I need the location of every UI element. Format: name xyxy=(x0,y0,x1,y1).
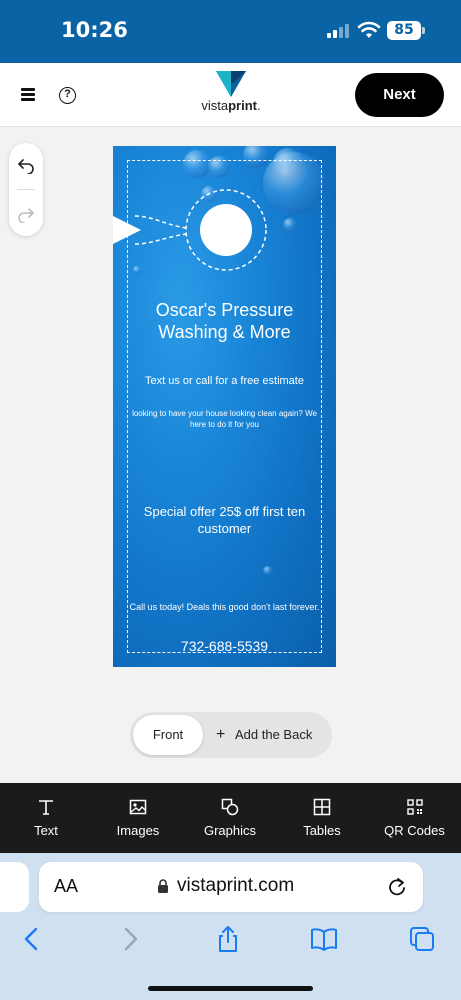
reader-settings-button[interactable]: AA xyxy=(54,876,78,897)
plus-icon: + xyxy=(216,726,226,743)
side-toggle: Front + Add the Back xyxy=(130,712,332,758)
image-icon xyxy=(129,799,147,815)
door-hanger-design[interactable]: Oscar's Pressure Washing & More Text us … xyxy=(113,146,336,667)
share-icon[interactable] xyxy=(214,925,242,953)
front-side-button[interactable]: Front xyxy=(133,715,203,755)
reload-icon[interactable] xyxy=(387,877,407,897)
forward-icon[interactable] xyxy=(116,925,144,953)
logo-text: vistaprint. xyxy=(201,98,261,113)
address-bar[interactable]: AA vistaprint.com xyxy=(39,862,423,912)
redo-icon[interactable] xyxy=(17,205,35,223)
lock-icon xyxy=(158,879,168,893)
table-icon xyxy=(313,798,331,816)
menu-icon[interactable] xyxy=(21,88,35,101)
undo-icon[interactable] xyxy=(17,156,35,174)
text-icon xyxy=(39,800,53,815)
qr-code-icon xyxy=(406,799,423,815)
tool-label: Images xyxy=(116,823,160,838)
shapes-icon xyxy=(221,798,239,816)
tool-label: QR Codes xyxy=(384,823,445,838)
design-offer[interactable]: Special offer 25$ off first ten customer xyxy=(127,503,322,537)
wifi-icon xyxy=(357,21,381,38)
design-toolbar: Text Images Graphics Tables QR Codes xyxy=(0,783,461,853)
tool-label: Graphics xyxy=(203,823,257,838)
logo-mark-icon xyxy=(216,71,246,97)
battery-tip xyxy=(422,27,425,34)
status-bar: 10:26 85 xyxy=(0,0,461,63)
battery-indicator: 85 xyxy=(387,21,421,40)
divider xyxy=(17,189,35,190)
design-phone[interactable]: 732-688-5539 xyxy=(127,638,322,654)
design-title[interactable]: Oscar's Pressure Washing & More xyxy=(127,299,322,343)
cellular-signal-icon xyxy=(327,24,351,38)
tool-graphics[interactable]: Graphics xyxy=(184,783,276,853)
browser-chrome: AA vistaprint.com xyxy=(0,853,461,1000)
tool-qr-codes[interactable]: QR Codes xyxy=(368,783,461,853)
design-subtitle[interactable]: Text us or call for a free estimate xyxy=(127,375,322,387)
status-time: 10:26 xyxy=(61,18,128,42)
add-back-button[interactable]: + Add the Back xyxy=(216,715,328,755)
add-back-label: Add the Back xyxy=(235,727,313,742)
help-icon[interactable]: ? xyxy=(59,87,76,104)
vistaprint-logo[interactable]: vistaprint. xyxy=(199,71,263,115)
tool-tables[interactable]: Tables xyxy=(276,783,368,853)
tool-label: Text xyxy=(34,823,58,838)
next-button[interactable]: Next xyxy=(355,73,444,117)
design-small-text[interactable]: looking to have your house looking clean… xyxy=(127,408,322,430)
home-indicator xyxy=(148,986,313,991)
design-canvas-area: Oscar's Pressure Washing & More Text us … xyxy=(0,128,461,783)
safe-area-border xyxy=(127,160,322,653)
back-icon[interactable] xyxy=(18,925,46,953)
bookmarks-icon[interactable] xyxy=(310,925,338,953)
tool-images[interactable]: Images xyxy=(92,783,184,853)
tool-label: Tables xyxy=(303,823,341,838)
design-call-text[interactable]: Call us today! Deals this good don't las… xyxy=(127,601,322,613)
undo-redo-panel xyxy=(9,143,43,236)
app-header: ? vistaprint. Next xyxy=(0,63,461,127)
url-text: vistaprint.com xyxy=(177,875,295,896)
tabs-icon[interactable] xyxy=(408,925,436,953)
tool-text[interactable]: Text xyxy=(0,783,92,853)
previous-tab-preview[interactable] xyxy=(0,862,29,912)
